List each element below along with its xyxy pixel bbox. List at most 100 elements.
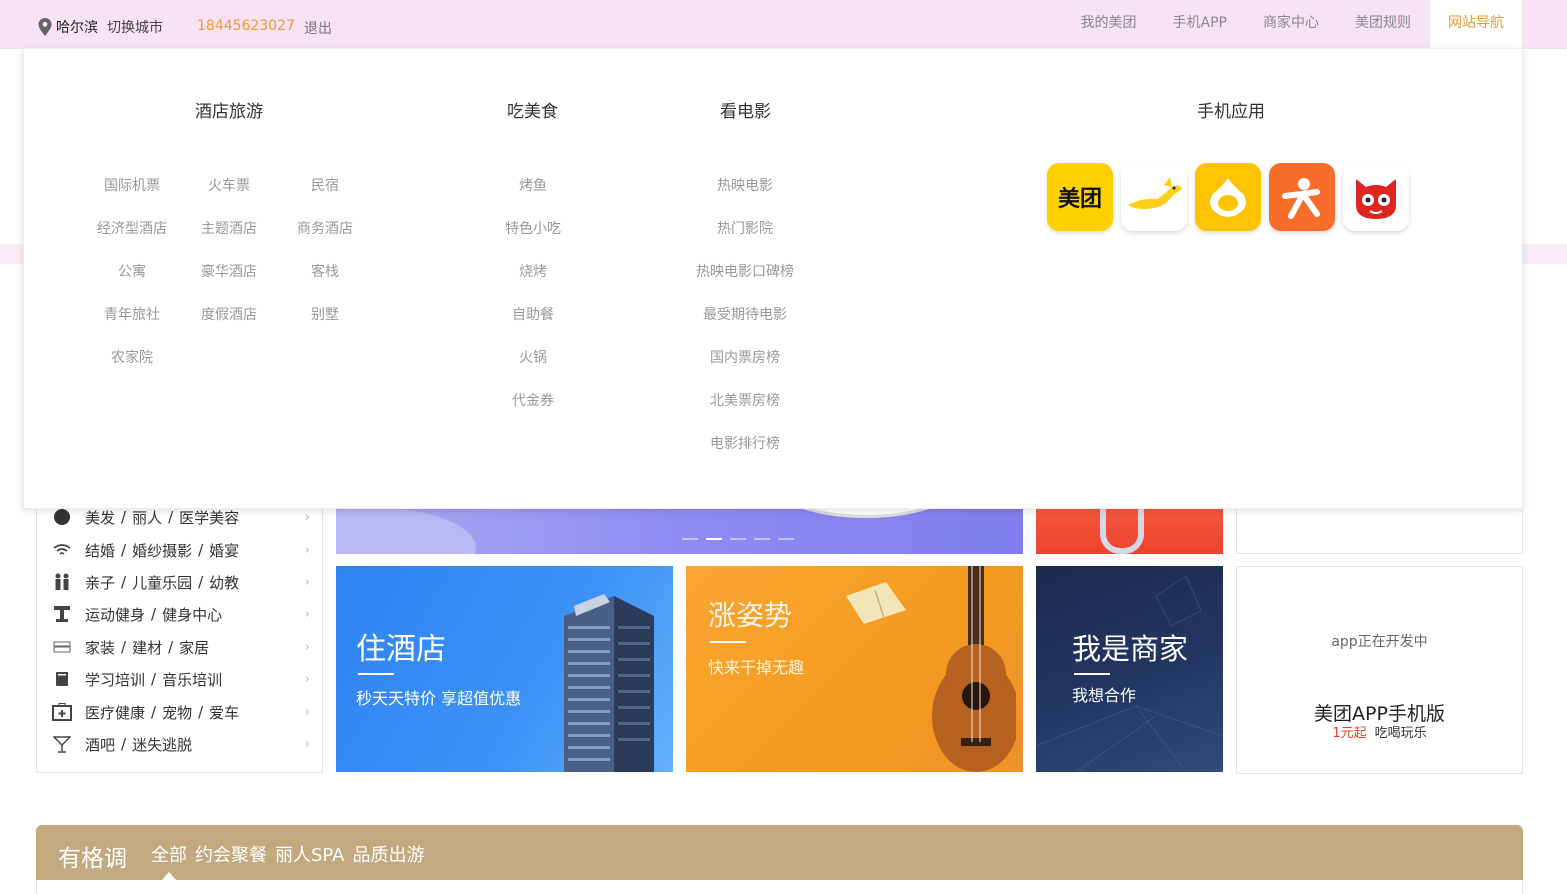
cocktail-icon xyxy=(52,734,72,754)
category-text[interactable]: 婚纱摄影 xyxy=(132,540,192,561)
nav-merchant-center[interactable]: 商家中心 xyxy=(1245,0,1337,49)
category-bar[interactable]: 酒吧 / 迷失逃脱 › xyxy=(37,728,324,760)
link-apartment[interactable]: 公寓 xyxy=(118,261,146,281)
chevron-right-icon: › xyxy=(304,736,310,752)
merchant-promo-card[interactable]: 我是商家 我想合作 xyxy=(1036,566,1223,772)
carousel-dots xyxy=(682,538,794,540)
category-text[interactable]: 医疗健康 xyxy=(85,702,145,723)
cat-glyph xyxy=(1356,179,1396,219)
category-text[interactable]: 亲子 xyxy=(85,572,115,593)
chevron-right-icon: › xyxy=(304,671,310,687)
nav-mobile-app[interactable]: 手机APP xyxy=(1155,0,1245,49)
tab-quality-travel[interactable]: 品质出游 xyxy=(352,841,424,867)
maoyan-cat-app-icon[interactable] xyxy=(1343,163,1409,231)
category-text[interactable]: 医学美容 xyxy=(179,507,239,528)
meituan-app-icon[interactable]: 美团 xyxy=(1047,163,1113,231)
category-wedding[interactable]: 结婚 / 婚纱摄影 / 婚宴 › xyxy=(37,534,324,566)
link-intl-flights[interactable]: 国际机票 xyxy=(104,175,160,195)
carousel-dot[interactable] xyxy=(730,538,746,540)
separator: / xyxy=(151,605,157,623)
side-banner[interactable] xyxy=(1036,508,1223,554)
link-business-hotel[interactable]: 商务酒店 xyxy=(297,218,353,238)
category-home[interactable]: 家装 / 建材 / 家居 › xyxy=(37,631,324,663)
link-theme-hotel[interactable]: 主题酒店 xyxy=(201,218,257,238)
nav-meituan-rules[interactable]: 美团规则 xyxy=(1337,0,1429,49)
category-text[interactable]: 宠物 xyxy=(162,702,192,723)
category-text[interactable]: 幼教 xyxy=(209,572,239,593)
separator: / xyxy=(198,541,204,559)
link-grilled-fish[interactable]: 烤鱼 xyxy=(519,175,547,195)
category-text[interactable]: 建材 xyxy=(132,637,162,658)
link-inn[interactable]: 客栈 xyxy=(311,261,339,281)
tab-dating-dinner[interactable]: 约会聚餐 xyxy=(195,841,267,867)
microphone-image xyxy=(1100,508,1144,554)
nav-my-meituan[interactable]: 我的美团 xyxy=(1063,0,1155,49)
category-text[interactable]: 儿童乐园 xyxy=(132,572,192,593)
carousel-dot[interactable] xyxy=(754,538,770,540)
category-text[interactable]: 婚宴 xyxy=(209,540,239,561)
app-icons: 美团 xyxy=(1047,163,1409,231)
link-popular-cinemas[interactable]: 热门影院 xyxy=(717,218,773,238)
link-vouchers[interactable]: 代金券 xyxy=(512,390,554,410)
link-now-showing[interactable]: 热映电影 xyxy=(717,175,773,195)
category-text[interactable]: 结婚 xyxy=(85,540,115,561)
link-farmhouse[interactable]: 农家院 xyxy=(111,347,153,367)
carousel-dot[interactable] xyxy=(778,538,794,540)
switch-city-link[interactable]: 切换城市 xyxy=(107,17,163,37)
link-snacks[interactable]: 特色小吃 xyxy=(505,218,561,238)
banner-decoration xyxy=(766,508,966,518)
dianping-app-icon[interactable] xyxy=(1269,163,1335,231)
category-text[interactable]: 丽人 xyxy=(132,507,162,528)
category-text[interactable]: 家装 xyxy=(85,637,115,658)
nav-site-navigation[interactable]: 网站导航 xyxy=(1429,0,1523,49)
carousel-dot-active[interactable] xyxy=(706,538,722,540)
main-carousel[interactable] xyxy=(336,508,1023,554)
separator: / xyxy=(168,508,174,526)
hotel-promo-title: 住酒店 xyxy=(356,632,446,667)
category-fitness[interactable]: 运动健身 / 健身中心 › xyxy=(37,598,324,630)
link-na-box-office[interactable]: 北美票房榜 xyxy=(710,390,780,410)
category-text[interactable]: 美发 xyxy=(85,507,115,528)
link-youth-hostel[interactable]: 青年旅社 xyxy=(104,304,160,324)
category-text[interactable]: 迷失逃脱 xyxy=(132,734,192,755)
music-promo-card[interactable]: 涨姿势 快来干掉无趣 xyxy=(686,566,1023,772)
link-homestay[interactable]: 民宿 xyxy=(311,175,339,195)
category-text[interactable]: 健身中心 xyxy=(162,604,222,625)
link-budget-hotel[interactable]: 经济型酒店 xyxy=(97,218,167,238)
link-most-anticipated[interactable]: 最受期待电影 xyxy=(703,304,787,324)
music-promo-subtitle: 快来干掉无趣 xyxy=(708,658,805,677)
link-villa[interactable]: 别墅 xyxy=(311,304,339,324)
link-domestic-box-office[interactable]: 国内票房榜 xyxy=(710,347,780,367)
building-image xyxy=(564,594,654,772)
app-download-box[interactable]: app正在开发中 美团APP手机版 1元起 吃喝玩乐 xyxy=(1236,566,1523,774)
logout-link[interactable]: 退出 xyxy=(304,18,332,38)
yellow-drop-app-icon[interactable] xyxy=(1195,163,1261,231)
location-pin-icon xyxy=(38,18,52,36)
category-text[interactable]: 运动健身 xyxy=(85,604,145,625)
category-health[interactable]: 医疗健康 / 宠物 / 爱车 › xyxy=(37,696,324,728)
link-luxury-hotel[interactable]: 豪华酒店 xyxy=(201,261,257,281)
link-train-tickets[interactable]: 火车票 xyxy=(208,175,250,195)
category-text[interactable]: 爱车 xyxy=(209,702,239,723)
link-bbq[interactable]: 烧烤 xyxy=(519,261,547,281)
category-text[interactable]: 学习培训 xyxy=(85,669,145,690)
kangaroo-app-icon[interactable] xyxy=(1121,163,1187,231)
user-phone-link[interactable]: 18445623027 xyxy=(197,18,295,34)
hotel-promo-card[interactable]: 住酒店 秒天天特价 享超值优惠 xyxy=(336,566,673,772)
carousel-dot[interactable] xyxy=(682,538,698,540)
category-kids[interactable]: 亲子 / 儿童乐园 / 幼教 › xyxy=(37,566,324,598)
link-reputation-chart[interactable]: 热映电影口碑榜 xyxy=(696,261,794,281)
link-resort-hotel[interactable]: 度假酒店 xyxy=(201,304,257,324)
category-text[interactable]: 音乐培训 xyxy=(162,669,222,690)
tab-all[interactable]: 全部 xyxy=(151,841,187,867)
app-tagline-text: 吃喝玩乐 xyxy=(1374,726,1427,741)
category-text[interactable]: 家居 xyxy=(179,637,209,658)
tab-beauty-spa[interactable]: 丽人SPA xyxy=(275,841,344,867)
link-hotpot[interactable]: 火锅 xyxy=(519,347,547,367)
classy-title: 有格调 xyxy=(58,846,127,872)
link-buffet[interactable]: 自助餐 xyxy=(512,304,554,324)
dumbbell-icon xyxy=(52,604,72,624)
category-text[interactable]: 酒吧 xyxy=(85,734,115,755)
category-training[interactable]: 学习培训 / 音乐培训 › xyxy=(37,663,324,695)
link-movie-rankings[interactable]: 电影排行榜 xyxy=(710,433,780,453)
